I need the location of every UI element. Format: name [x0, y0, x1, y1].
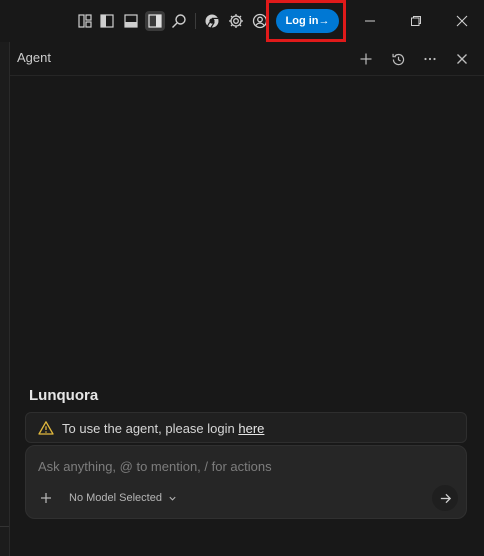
arrow-right-icon: [440, 493, 451, 503]
settings-icon[interactable]: [226, 11, 246, 31]
divider: [0, 526, 9, 527]
login-notice: To use the agent, please login here: [25, 412, 467, 443]
account-icon[interactable]: [250, 11, 270, 31]
notice-message: To use the agent, please login: [62, 421, 239, 436]
login-button-label: Log in→: [285, 15, 330, 27]
minimize-icon[interactable]: [355, 8, 385, 34]
divider: [195, 13, 196, 29]
restore-icon[interactable]: [401, 8, 431, 34]
browser-icon[interactable]: [202, 11, 222, 31]
add-context-icon[interactable]: [38, 490, 54, 506]
history-icon[interactable]: [389, 50, 407, 68]
search-icon[interactable]: [169, 11, 189, 31]
close-panel-icon[interactable]: [453, 50, 471, 68]
login-button[interactable]: Log in→: [276, 9, 339, 33]
layout-customize-icon[interactable]: [75, 11, 95, 31]
more-icon[interactable]: [421, 50, 439, 68]
toggle-secondary-sidebar-icon[interactable]: [145, 11, 165, 31]
brand-title: Lunquora: [29, 387, 99, 404]
title-bar: Log in→: [0, 0, 484, 42]
agent-panel-header: Agent: [10, 42, 484, 76]
new-chat-icon[interactable]: [357, 50, 375, 68]
model-selector-label: No Model Selected: [69, 492, 162, 504]
toggle-panel-icon[interactable]: [121, 11, 141, 31]
model-selector[interactable]: No Model Selected: [69, 492, 177, 504]
close-icon[interactable]: [447, 8, 477, 34]
notice-text: To use the agent, please login here: [62, 421, 264, 436]
login-here-link[interactable]: here: [238, 421, 264, 436]
editor-edge: [0, 42, 10, 556]
send-button[interactable]: [432, 485, 458, 511]
chevron-down-icon: [169, 496, 176, 501]
panel-title: Agent: [17, 50, 51, 65]
chat-input[interactable]: Ask anything, @ to mention, / for action…: [38, 459, 272, 474]
toggle-primary-sidebar-icon[interactable]: [97, 11, 117, 31]
chat-composer[interactable]: Ask anything, @ to mention, / for action…: [25, 445, 467, 519]
warning-icon: [38, 420, 54, 436]
